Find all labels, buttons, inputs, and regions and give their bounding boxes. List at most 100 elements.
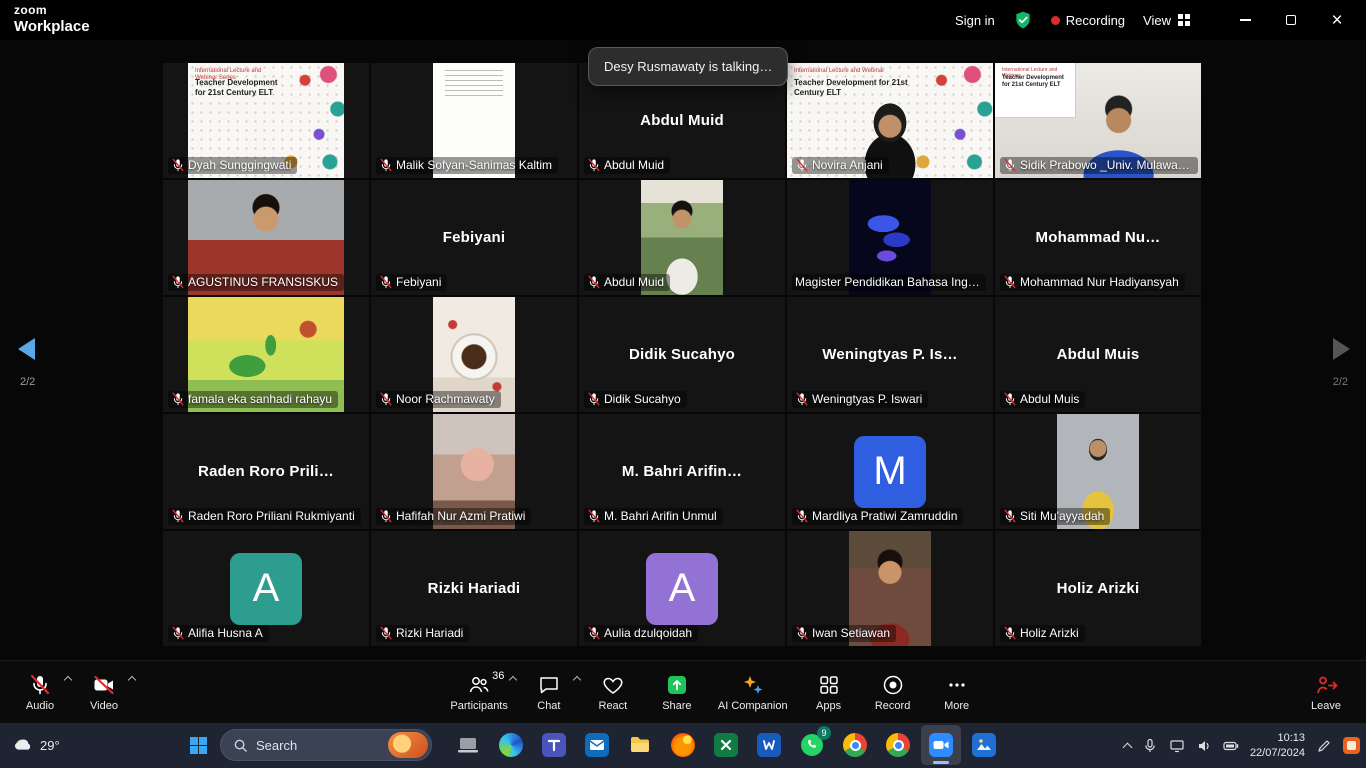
participant-name-label: Abdul Muis xyxy=(1020,392,1079,406)
participant-tile[interactable]: Abdul Muid xyxy=(579,180,785,295)
mic-muted-icon xyxy=(379,275,393,289)
tray-microphone-icon[interactable] xyxy=(1142,738,1158,754)
close-button[interactable]: × xyxy=(1314,0,1360,40)
mic-muted-icon xyxy=(587,392,601,406)
participant-tile[interactable]: AGUSTINUS FRANSISKUS xyxy=(163,180,369,295)
participant-tile[interactable]: Siti Mu'ayyadah xyxy=(995,414,1201,529)
participant-label: Dyah Sunggingwati xyxy=(168,157,297,174)
chat-label: Chat xyxy=(537,700,560,712)
tray-volume-icon[interactable] xyxy=(1196,738,1212,754)
participant-label: Iwan Setiawan xyxy=(792,625,896,642)
participant-tile[interactable]: A Alifia Husna A xyxy=(163,531,369,646)
hidden-icons-chevron-icon[interactable] xyxy=(1122,742,1132,752)
taskbar-clock[interactable]: 10:13 22/07/2024 xyxy=(1250,731,1305,761)
apps-button[interactable]: Apps xyxy=(797,661,861,723)
word-icon[interactable] xyxy=(749,725,789,765)
video-label: Video xyxy=(90,700,118,712)
participant-tile[interactable]: A Aulia dzulqoidah xyxy=(579,531,785,646)
participant-tile[interactable]: International Lecture and Webinar Teache… xyxy=(995,63,1201,178)
participant-tile[interactable]: Febiyani Febiyani xyxy=(371,180,577,295)
participant-name-label: Dyah Sunggingwati xyxy=(188,158,291,172)
participant-label: Novira Anjani xyxy=(792,157,889,174)
ai-companion-label: AI Companion xyxy=(718,700,788,712)
participant-tile[interactable]: M Mardliya Pratiwi Zamruddin xyxy=(787,414,993,529)
apps-label: Apps xyxy=(816,700,841,712)
file-explorer-icon[interactable] xyxy=(620,725,660,765)
participant-grid: International Lecture and Webinar Series… xyxy=(163,63,1201,646)
clock-date: 22/07/2024 xyxy=(1250,746,1305,761)
view-button[interactable]: View xyxy=(1143,13,1190,28)
ai-companion-button[interactable]: AI Companion xyxy=(709,661,797,723)
chat-options-chevron-icon[interactable] xyxy=(573,676,581,684)
edge-icon[interactable] xyxy=(491,725,531,765)
next-page-arrow[interactable] xyxy=(1333,338,1350,360)
video-options-chevron-icon[interactable] xyxy=(128,676,136,684)
participant-tile[interactable]: Noor Rachmawaty xyxy=(371,297,577,412)
participant-name-label: Mardliya Pratiwi Zamruddin xyxy=(812,509,957,523)
firefox-icon[interactable] xyxy=(663,725,703,765)
minimize-button[interactable] xyxy=(1222,0,1268,40)
recording-indicator: Recording xyxy=(1051,13,1125,28)
taskbar-device-app-icon[interactable] xyxy=(448,725,488,765)
record-button[interactable]: Record xyxy=(861,661,925,723)
taskbar-search-box[interactable]: Search xyxy=(220,729,432,761)
sign-in-button[interactable]: Sign in xyxy=(955,13,995,28)
participant-label: Magister Pendidikan Bahasa Ing… xyxy=(792,274,986,291)
participant-label: Abdul Muis xyxy=(1000,391,1085,408)
maximize-button[interactable] xyxy=(1268,0,1314,40)
participant-tile[interactable]: Didik Sucahyo Didik Sucahyo xyxy=(579,297,785,412)
react-button[interactable]: React xyxy=(581,661,645,723)
participant-tile[interactable]: Raden Roro Prili… Raden Roro Priliani Ru… xyxy=(163,414,369,529)
participants-button[interactable]: 36 Participants xyxy=(441,661,516,723)
tray-app-badge-icon[interactable] xyxy=(1343,737,1360,754)
participant-tile[interactable]: Malik Sofyan-Sanimas Kaltim xyxy=(371,63,577,178)
participant-tile[interactable]: M. Bahri Arifin… M. Bahri Arifin Unmul xyxy=(579,414,785,529)
share-button[interactable]: Share xyxy=(645,661,709,723)
window-controls: × xyxy=(1222,0,1360,40)
participant-tile[interactable]: Mohammad Nu… Mohammad Nur Hadiyansyah xyxy=(995,180,1201,295)
start-button[interactable] xyxy=(178,725,218,765)
outlook-icon[interactable] xyxy=(577,725,617,765)
audio-options-chevron-icon[interactable] xyxy=(64,676,72,684)
leave-button[interactable]: Leave xyxy=(1294,661,1358,723)
photos-icon[interactable] xyxy=(964,725,1004,765)
participant-tile[interactable]: Iwan Setiawan xyxy=(787,531,993,646)
taskbar-weather-widget[interactable]: 29° xyxy=(6,723,66,768)
tray-display-icon[interactable] xyxy=(1169,738,1185,754)
participants-options-chevron-icon[interactable] xyxy=(509,676,517,684)
participant-tile[interactable]: International Lecture and Webinar Teache… xyxy=(787,63,993,178)
teams-icon[interactable] xyxy=(534,725,574,765)
previous-page-arrow[interactable] xyxy=(18,338,35,360)
participant-tile[interactable]: Magister Pendidikan Bahasa Ing… xyxy=(787,180,993,295)
excel-icon[interactable] xyxy=(706,725,746,765)
participant-label: Rizki Hariadi xyxy=(376,625,469,642)
participant-tile[interactable]: Rizki Hariadi Rizki Hariadi xyxy=(371,531,577,646)
video-button[interactable]: Video xyxy=(72,661,136,723)
chat-button[interactable]: Chat xyxy=(517,661,581,723)
more-button[interactable]: More xyxy=(925,661,989,723)
chrome-icon[interactable] xyxy=(835,725,875,765)
gallery-view: Desy Rusmawaty is talking… International… xyxy=(0,40,1366,660)
participant-tile[interactable]: Hafifah Nur Azmi Pratiwi xyxy=(371,414,577,529)
participant-tile[interactable]: Weningtyas P. Is… Weningtyas P. Iswari xyxy=(787,297,993,412)
whatsapp-icon[interactable]: 9 xyxy=(792,725,832,765)
audio-button[interactable]: Audio xyxy=(8,661,72,723)
participant-tile[interactable]: Abdul Muis Abdul Muis xyxy=(995,297,1201,412)
tray-battery-icon[interactable] xyxy=(1223,738,1239,754)
mic-muted-icon xyxy=(795,392,809,406)
slide-title-text: Teacher Development for 21st Century ELT xyxy=(1002,75,1066,89)
chrome-profile-2-icon[interactable] xyxy=(878,725,918,765)
active-speaker-tooltip: Desy Rusmawaty is talking… xyxy=(588,47,788,86)
mic-muted-icon xyxy=(1003,392,1017,406)
participant-name-label: Rizki Hariadi xyxy=(396,626,463,640)
participant-tile[interactable]: Holiz Arizki Holiz Arizki xyxy=(995,531,1201,646)
participant-label: famala eka sanhadi rahayu xyxy=(168,391,338,408)
pen-icon[interactable] xyxy=(1316,738,1332,754)
participant-tile[interactable]: famala eka sanhadi rahayu xyxy=(163,297,369,412)
zoom-app-icon[interactable] xyxy=(921,725,961,765)
participant-label: Mohammad Nur Hadiyansyah xyxy=(1000,274,1185,291)
mic-muted-icon xyxy=(171,392,185,406)
participant-name-label: Hafifah Nur Azmi Pratiwi xyxy=(396,509,525,523)
security-shield-icon[interactable] xyxy=(1013,10,1033,30)
participant-tile[interactable]: International Lecture and Webinar Series… xyxy=(163,63,369,178)
